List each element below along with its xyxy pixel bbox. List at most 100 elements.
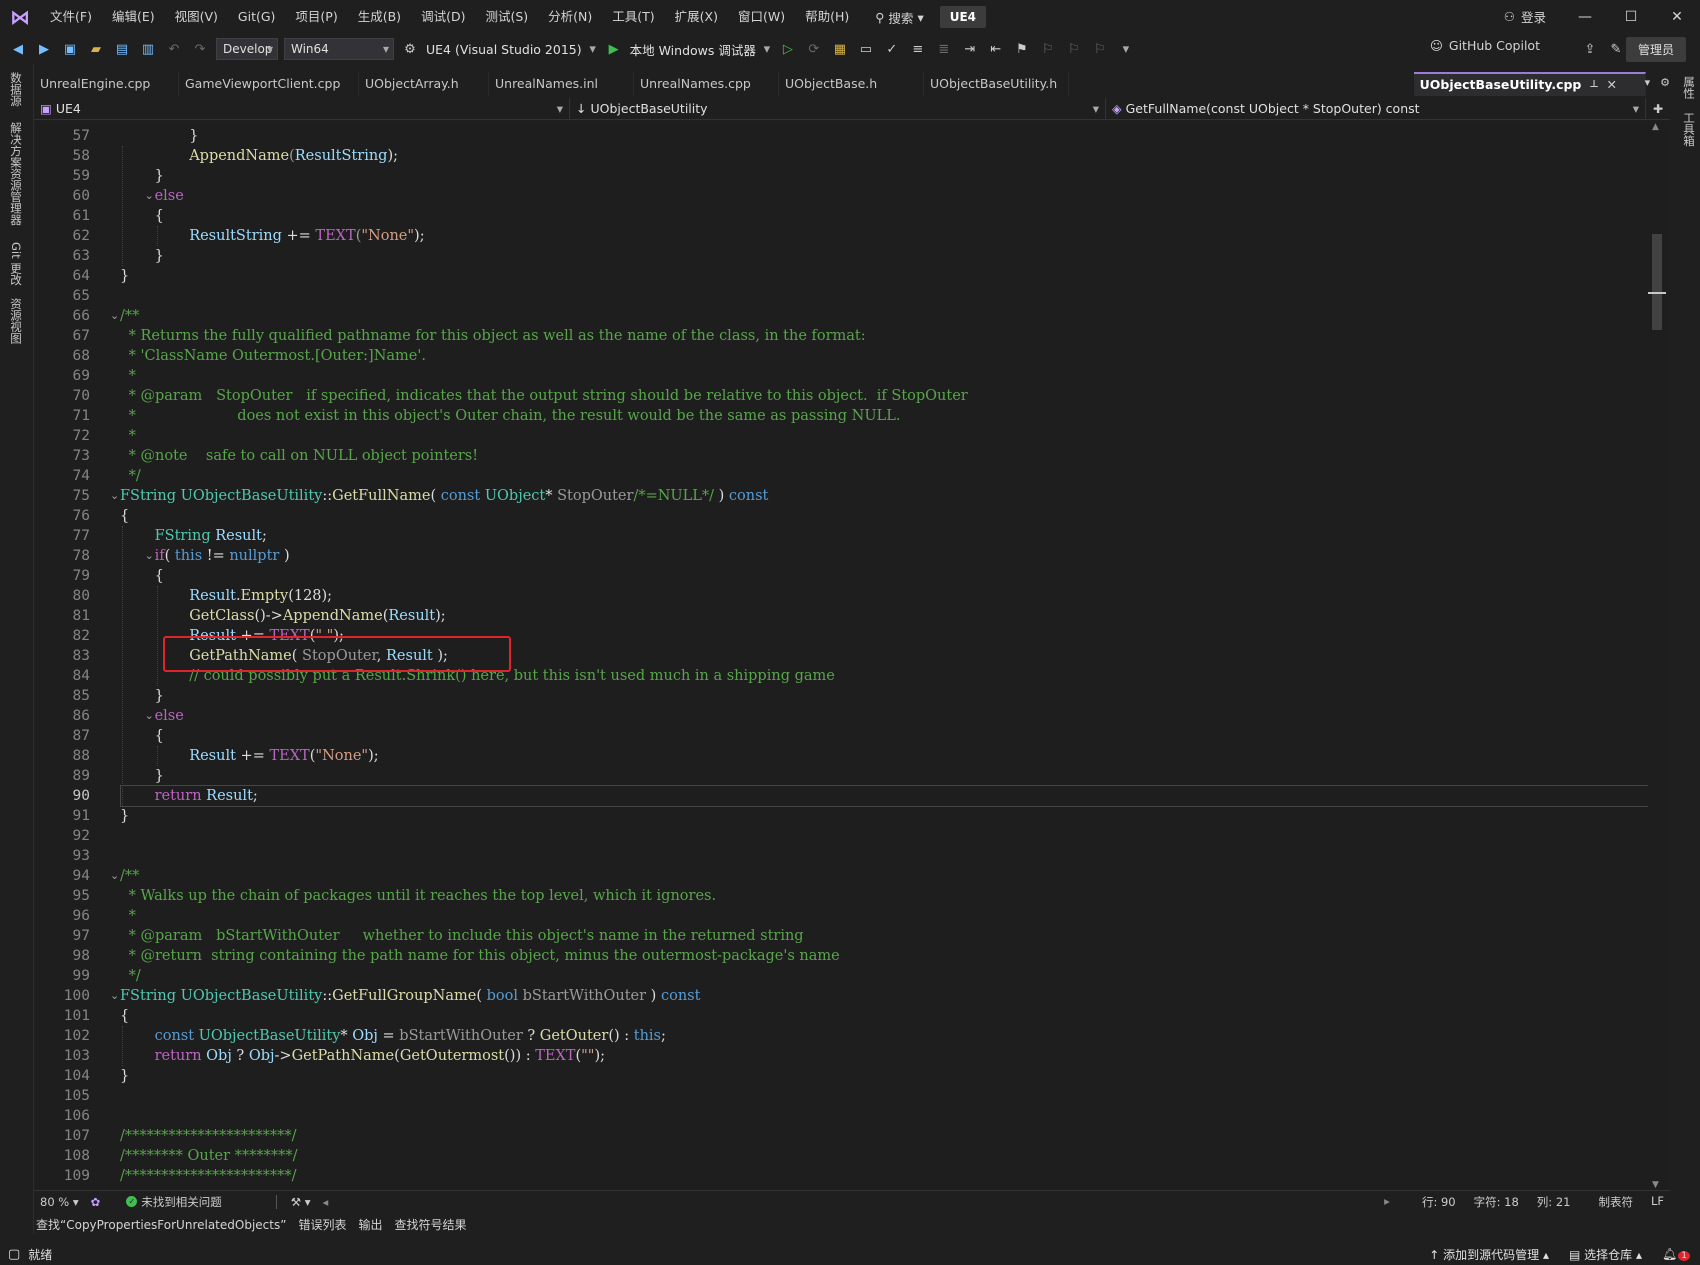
fold-toggle-icon[interactable]: ⌄ bbox=[110, 486, 119, 506]
select-repository-button[interactable]: ▤ 选择仓库 ▴ bbox=[1569, 1246, 1642, 1263]
menu-item-0[interactable]: 文件(F) bbox=[40, 0, 102, 34]
tab-uobjectbaseutility-cpp[interactable]: UObjectBaseUtility.cpp ⊥ ✕ bbox=[1413, 72, 1646, 97]
solution-configuration-select[interactable]: Develop bbox=[216, 38, 278, 60]
tab-dropdown-icon[interactable]: ▾ bbox=[1645, 76, 1651, 89]
pin-icon[interactable]: ⊥ bbox=[1589, 73, 1598, 97]
visual-studio-logo-icon[interactable]: ⋈ bbox=[0, 0, 40, 34]
member-dropdown[interactable]: ◈ GetFullName(const UObject * StopOuter) … bbox=[1106, 98, 1646, 120]
intellicode-icon[interactable]: ✿ bbox=[85, 1195, 107, 1209]
close-tab-icon[interactable]: ✕ bbox=[1607, 73, 1617, 97]
login-button[interactable]: ⚇ 登录 bbox=[1504, 7, 1546, 26]
chevron-down-icon[interactable]: ▾ bbox=[588, 39, 598, 59]
open-folder-icon[interactable]: ▰ bbox=[86, 39, 106, 59]
char-indicator[interactable]: 字符: 18 bbox=[1468, 1194, 1525, 1210]
line-indicator[interactable]: 行: 90 bbox=[1416, 1194, 1462, 1210]
vertical-scrollbar[interactable]: ▲ ▼ bbox=[1648, 122, 1666, 1190]
gear-icon[interactable]: ⚙ bbox=[1660, 76, 1670, 89]
minimize-button[interactable]: — bbox=[1562, 0, 1608, 34]
scroll-down-icon[interactable]: ▼ bbox=[1652, 1180, 1659, 1190]
scroll-left-icon[interactable]: ◂ bbox=[317, 1195, 335, 1209]
start-without-debugging-icon[interactable]: ▷ bbox=[778, 39, 798, 59]
spell-check-icon[interactable]: ✓ bbox=[882, 39, 902, 59]
issues-indicator[interactable]: ✓ 未找到相关问题 bbox=[120, 1194, 228, 1210]
uncomment-lines-icon[interactable]: ≣ bbox=[934, 39, 954, 59]
feedback-icon[interactable]: ✎ bbox=[1606, 39, 1626, 59]
fold-toggle-icon[interactable]: ⌄ bbox=[110, 866, 119, 886]
share-icon[interactable]: ⇪ bbox=[1580, 39, 1600, 59]
redo-icon[interactable]: ↷ bbox=[190, 39, 210, 59]
tabs-indicator[interactable]: 制表符 bbox=[1592, 1194, 1639, 1210]
menu-item-7[interactable]: 测试(S) bbox=[475, 0, 538, 34]
menu-item-5[interactable]: 生成(B) bbox=[348, 0, 411, 34]
add-to-source-control-button[interactable]: ↑ 添加到源代码管理 ▴ bbox=[1429, 1246, 1549, 1263]
document-tab[interactable]: UnrealNames.cpp bbox=[634, 72, 779, 96]
menu-item-3[interactable]: Git(G) bbox=[228, 0, 286, 34]
properties-tab[interactable]: 属性 bbox=[1681, 76, 1697, 99]
git-changes-tab[interactable]: Git 更改 bbox=[8, 242, 24, 285]
scroll-up-icon[interactable]: ▲ bbox=[1652, 122, 1659, 132]
fold-toggle-icon[interactable]: ⌄ bbox=[110, 306, 119, 326]
document-tab[interactable]: GameViewportClient.cpp bbox=[179, 72, 359, 96]
notifications-bell-icon[interactable]: 🔔︎ 1 bbox=[1662, 1247, 1690, 1261]
scroll-right-icon[interactable]: ▸ bbox=[1378, 1194, 1396, 1210]
navigate-back-icon[interactable]: ◀ bbox=[8, 39, 28, 59]
solution-platform-select[interactable]: Win64 bbox=[284, 38, 394, 60]
menu-item-9[interactable]: 工具(T) bbox=[602, 0, 664, 34]
document-tab[interactable]: UObjectArray.h bbox=[359, 72, 489, 96]
fold-toggle-icon[interactable]: ⌄ bbox=[145, 706, 154, 726]
code-cleanup-button[interactable]: ⚒ ▾ bbox=[275, 1194, 317, 1209]
menu-item-4[interactable]: 项目(P) bbox=[285, 0, 347, 34]
document-tab[interactable]: UnrealEngine.cpp bbox=[34, 72, 179, 96]
folder-view-icon[interactable]: ▦ bbox=[830, 39, 850, 59]
solution-explorer-tab[interactable]: 解决方案资源管理器 bbox=[8, 122, 24, 226]
indent-icon[interactable]: ⇥ bbox=[960, 39, 980, 59]
next-bookmark-icon[interactable]: ⚐ bbox=[1064, 39, 1084, 59]
project-dropdown[interactable]: ▣ UE4 ▾ bbox=[34, 98, 570, 120]
outdent-icon[interactable]: ⇤ bbox=[986, 39, 1006, 59]
menu-item-2[interactable]: 视图(V) bbox=[165, 0, 228, 34]
hot-reload-icon[interactable]: ⟳ bbox=[804, 39, 824, 59]
github-copilot-button[interactable]: ☺ GitHub Copilot bbox=[1430, 38, 1540, 53]
data-sources-tab[interactable]: 数据源 bbox=[8, 72, 24, 107]
output-tab[interactable]: 输出 bbox=[352, 1216, 388, 1233]
menu-item-11[interactable]: 窗口(W) bbox=[728, 0, 795, 34]
zoom-level-select[interactable]: 80 % ▾ bbox=[34, 1195, 85, 1209]
solution-name-badge[interactable]: UE4 bbox=[939, 6, 987, 28]
fold-toggle-icon[interactable]: ⌄ bbox=[145, 546, 154, 566]
status-output-icon[interactable]: ▢ bbox=[8, 1247, 20, 1262]
code-editor[interactable]: 57 58 59 60 61 62 63 64 65 66 67 68 69 70 71 72 73 74 75 76… bbox=[34, 122, 1648, 1190]
close-window-button[interactable]: ✕ bbox=[1654, 0, 1700, 34]
output-tab[interactable]: 查找“CopyPropertiesForUnrelatedObjects” bbox=[30, 1216, 292, 1233]
save-all-icon[interactable]: ▥ bbox=[138, 39, 158, 59]
toolbox-tab[interactable]: 工具箱 bbox=[1681, 112, 1697, 147]
navigate-forward-icon[interactable]: ▶ bbox=[34, 39, 54, 59]
resource-view-tab[interactable]: 资源视图 bbox=[8, 298, 24, 344]
menu-item-1[interactable]: 编辑(E) bbox=[102, 0, 165, 34]
toolbar-overflow-icon[interactable]: ▾ bbox=[1116, 39, 1136, 59]
previous-bookmark-icon[interactable]: ⚐ bbox=[1038, 39, 1058, 59]
maximize-button[interactable]: ☐ bbox=[1608, 0, 1654, 34]
save-icon[interactable]: ▤ bbox=[112, 39, 132, 59]
menu-item-12[interactable]: 帮助(H) bbox=[795, 0, 859, 34]
new-project-icon[interactable]: ▣ bbox=[60, 39, 80, 59]
comment-lines-icon[interactable]: ≡ bbox=[908, 39, 928, 59]
line-ending-indicator[interactable]: LF bbox=[1645, 1194, 1670, 1210]
fold-toggle-icon[interactable]: ⌄ bbox=[145, 186, 154, 206]
column-indicator[interactable]: 列: 21 bbox=[1531, 1194, 1577, 1210]
window-layout-icon[interactable]: ▭ bbox=[856, 39, 876, 59]
start-debugging-icon[interactable]: ▶ bbox=[604, 39, 624, 59]
chevron-down-icon[interactable]: ▾ bbox=[762, 39, 772, 59]
document-tab[interactable]: UObjectBaseUtility.h bbox=[924, 72, 1069, 96]
menu-item-8[interactable]: 分析(N) bbox=[538, 0, 602, 34]
fold-toggle-icon[interactable]: ⌄ bbox=[110, 986, 119, 1006]
clear-bookmarks-icon[interactable]: ⚐ bbox=[1090, 39, 1110, 59]
startup-project-select[interactable]: UE4 (Visual Studio 2015) bbox=[426, 42, 582, 57]
output-tab[interactable]: 错误列表 bbox=[292, 1216, 352, 1233]
bookmark-icon[interactable]: ⚑ bbox=[1012, 39, 1032, 59]
scope-dropdown[interactable]: ↓ UObjectBaseUtility ▾ bbox=[570, 98, 1106, 120]
search-button[interactable]: ⚲ 搜索 ▾ bbox=[865, 8, 933, 27]
output-tab[interactable]: 查找符号结果 bbox=[388, 1216, 472, 1233]
undo-icon[interactable]: ↶ bbox=[164, 39, 184, 59]
split-window-icon[interactable]: ✚ bbox=[1646, 98, 1670, 120]
scrollbar-thumb[interactable] bbox=[1652, 234, 1662, 330]
